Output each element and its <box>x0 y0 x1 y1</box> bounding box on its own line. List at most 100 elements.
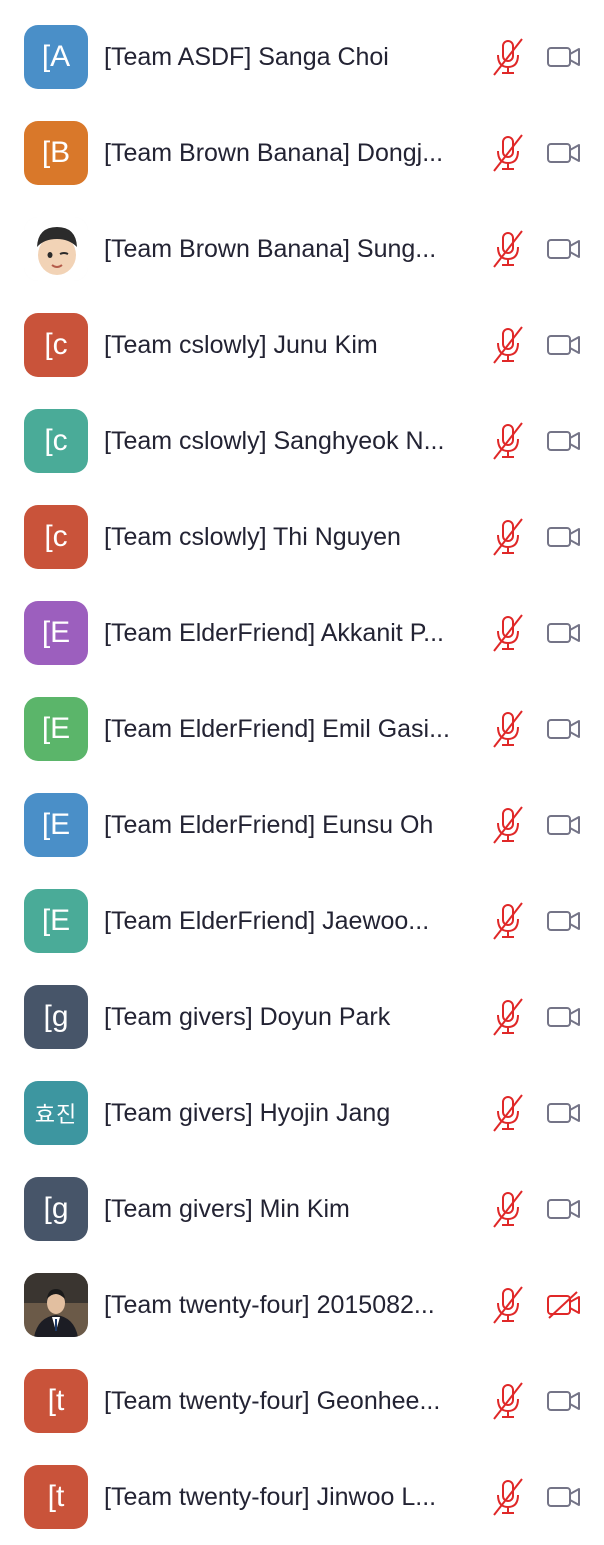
video-toggle-button[interactable] <box>546 906 582 936</box>
microphone-muted-icon <box>493 1190 523 1228</box>
participant-name: [Team Brown Banana] Sung... <box>104 234 437 263</box>
microphone-muted-icon <box>493 230 523 268</box>
video-toggle-button[interactable] <box>546 426 582 456</box>
video-camera-icon <box>547 335 580 355</box>
video-camera-icon <box>547 527 580 547</box>
participant-row[interactable]: 효진 [Team givers] Hyojin Jang <box>0 1065 604 1161</box>
video-camera-icon <box>547 911 580 931</box>
mute-toggle-button[interactable] <box>490 421 526 461</box>
avatar: [t <box>24 1369 88 1433</box>
avatar: [E <box>24 793 88 857</box>
microphone-muted-icon <box>493 998 523 1036</box>
avatar: [t <box>24 1465 88 1529</box>
participant-row[interactable]: [g [Team givers] Doyun Park <box>0 969 604 1065</box>
participant-name: [Team ElderFriend] Akkanit P... <box>104 618 444 647</box>
memoji-avatar-image <box>24 217 88 281</box>
video-toggle-button[interactable] <box>546 234 582 264</box>
participant-name: [Team twenty-four] 2015082... <box>104 1290 435 1319</box>
avatar: [E <box>24 889 88 953</box>
video-toggle-button[interactable] <box>546 330 582 360</box>
mute-toggle-button[interactable] <box>490 613 526 653</box>
participant-row[interactable]: [t [Team twenty-four] Geonhee... <box>0 1353 604 1449</box>
video-toggle-button[interactable] <box>546 522 582 552</box>
participant-row[interactable]: [E [Team ElderFriend] Eunsu Oh <box>0 777 604 873</box>
avatar-initials: [A <box>41 40 71 73</box>
microphone-muted-icon <box>493 326 523 364</box>
microphone-muted-icon <box>493 1094 523 1132</box>
video-camera-icon <box>547 815 580 835</box>
participant-name: [Team ElderFriend] Eunsu Oh <box>104 810 434 839</box>
avatar: [E <box>24 697 88 761</box>
microphone-muted-icon <box>493 518 523 556</box>
participant-row[interactable]: [g [Team givers] Min Kim <box>0 1161 604 1257</box>
participant-row[interactable]: [E [Team ElderFriend] Emil Gasi... <box>0 681 604 777</box>
mute-toggle-button[interactable] <box>490 1285 526 1325</box>
mute-toggle-button[interactable] <box>490 517 526 557</box>
participant-name: [Team ElderFriend] Jaewoo... <box>104 906 430 935</box>
video-camera-icon <box>547 1103 580 1123</box>
participant-row[interactable]: [E [Team ElderFriend] Akkanit P... <box>0 585 604 681</box>
video-toggle-button[interactable] <box>546 810 582 840</box>
mute-toggle-button[interactable] <box>490 1477 526 1517</box>
microphone-muted-icon <box>493 806 523 844</box>
mute-toggle-button[interactable] <box>490 325 526 365</box>
video-toggle-button[interactable] <box>546 138 582 168</box>
participant-name: [Team twenty-four] Geonhee... <box>104 1386 441 1415</box>
participant-row[interactable]: [c [Team cslowly] Sanghyeok N... <box>0 393 604 489</box>
mute-toggle-button[interactable] <box>490 37 526 77</box>
participant-name: [Team givers] Doyun Park <box>104 1002 391 1031</box>
mute-toggle-button[interactable] <box>490 997 526 1037</box>
avatar: 효진 <box>24 1081 88 1145</box>
microphone-muted-icon <box>493 422 523 460</box>
participant-row[interactable]: [Team Brown Banana] Sung... <box>0 201 604 297</box>
video-camera-icon <box>547 47 580 67</box>
video-toggle-button[interactable] <box>546 714 582 744</box>
avatar: [g <box>24 1177 88 1241</box>
avatar: [c <box>24 313 88 377</box>
microphone-muted-icon <box>493 38 523 76</box>
video-camera-icon <box>547 1487 580 1507</box>
participant-row[interactable]: [B [Team Brown Banana] Dongj... <box>0 105 604 201</box>
video-camera-icon <box>547 143 580 163</box>
participant-row[interactable]: [t [Team twenty-four] Jinwoo L... <box>0 1449 604 1545</box>
video-toggle-button[interactable] <box>546 618 582 648</box>
participant-name: [Team Brown Banana] Dongj... <box>104 138 444 167</box>
microphone-muted-icon <box>493 710 523 748</box>
video-toggle-button[interactable] <box>546 1098 582 1128</box>
mute-toggle-button[interactable] <box>490 229 526 269</box>
participant-row[interactable]: [A [Team ASDF] Sanga Choi <box>0 9 604 105</box>
participant-name: [Team cslowly] Sanghyeok N... <box>104 426 445 455</box>
avatar-initials: [c <box>44 424 68 457</box>
participant-name: [Team givers] Min Kim <box>104 1194 350 1223</box>
video-toggle-button[interactable] <box>546 1386 582 1416</box>
mute-toggle-button[interactable] <box>490 133 526 173</box>
microphone-muted-icon <box>493 1286 523 1324</box>
mute-toggle-button[interactable] <box>490 1093 526 1133</box>
avatar-initials: [g <box>43 1192 69 1225</box>
video-camera-icon <box>547 1391 580 1411</box>
participant-name: [Team twenty-four] Jinwoo L... <box>104 1482 437 1511</box>
participant-row[interactable]: [Team twenty-four] 2015082... <box>0 1257 604 1353</box>
video-camera-icon <box>547 1007 580 1027</box>
mute-toggle-button[interactable] <box>490 901 526 941</box>
mute-toggle-button[interactable] <box>490 1381 526 1421</box>
video-toggle-button[interactable] <box>546 1482 582 1512</box>
avatar: [E <box>24 601 88 665</box>
avatar: [B <box>24 121 88 185</box>
participant-row[interactable]: [E [Team ElderFriend] Jaewoo... <box>0 873 604 969</box>
avatar: [g <box>24 985 88 1049</box>
mute-toggle-button[interactable] <box>490 1189 526 1229</box>
video-toggle-button[interactable] <box>546 1194 582 1224</box>
avatar-initials: 효진 <box>34 1102 78 1127</box>
video-toggle-button[interactable] <box>546 1290 582 1320</box>
participant-row[interactable]: [c [Team cslowly] Thi Nguyen <box>0 489 604 585</box>
video-camera-icon <box>547 719 580 739</box>
mute-toggle-button[interactable] <box>490 709 526 749</box>
participant-row[interactable]: [c [Team cslowly] Junu Kim <box>0 297 604 393</box>
video-off-icon <box>547 1291 580 1319</box>
video-toggle-button[interactable] <box>546 1002 582 1032</box>
mute-toggle-button[interactable] <box>490 805 526 845</box>
video-toggle-button[interactable] <box>546 42 582 72</box>
video-camera-icon <box>547 623 580 643</box>
avatar: [c <box>24 409 88 473</box>
